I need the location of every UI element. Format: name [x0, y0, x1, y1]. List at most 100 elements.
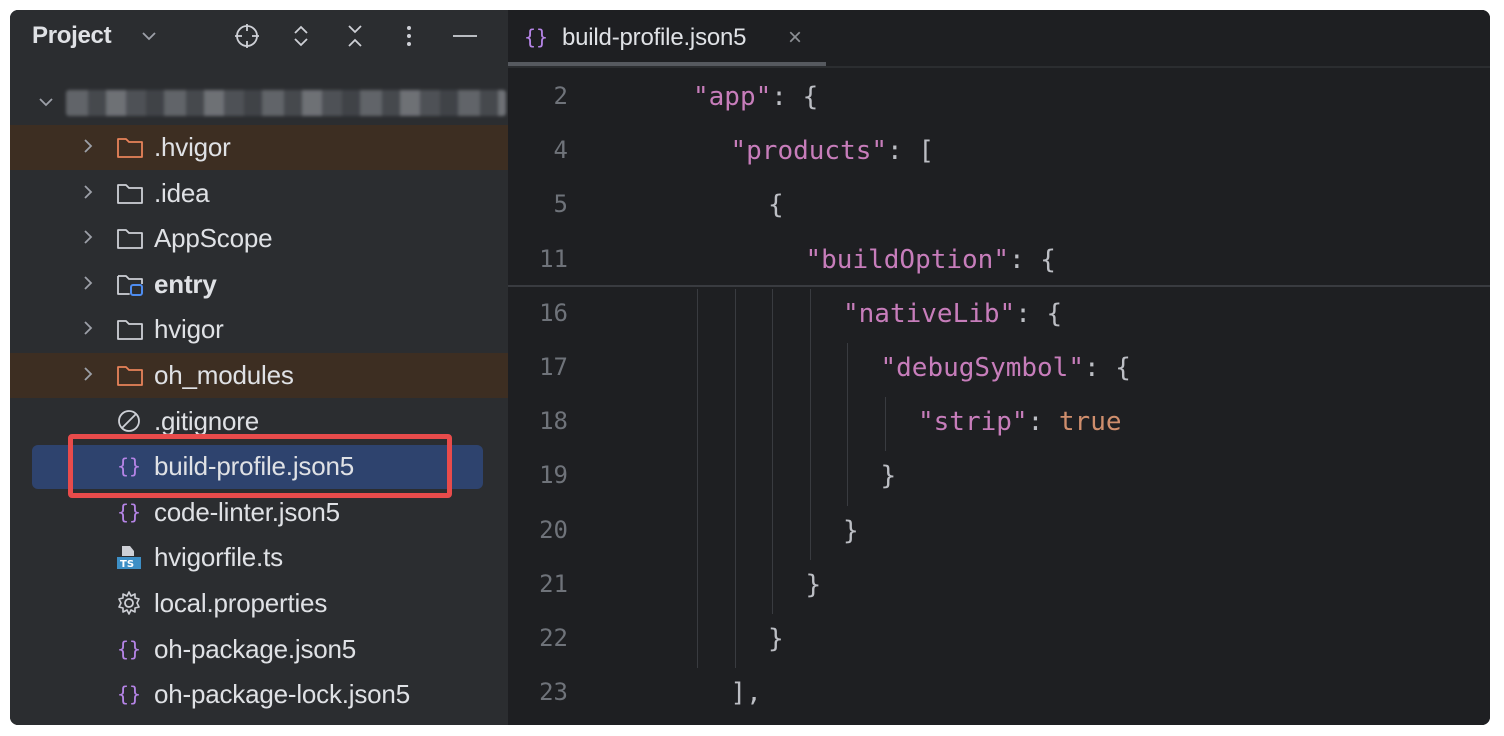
json-punctuation: : {: [1015, 298, 1063, 329]
code-line[interactable]: 11 "buildOption": {: [508, 235, 1490, 289]
code-line[interactable]: 16 "nativeLib": {: [508, 289, 1490, 343]
json-punctuation: }: [768, 624, 784, 654]
indent-guide: [734, 288, 736, 669]
code-line[interactable]: 20}: [508, 506, 1490, 560]
chevron-right-icon[interactable]: [78, 136, 98, 156]
json-file-icon: {}: [117, 500, 141, 524]
tree-item-label: entry: [154, 268, 217, 299]
project-panel: Project .hvigor .idea AppScope entry hvi…: [10, 10, 508, 725]
line-number: 2: [553, 82, 568, 110]
line-number: 23: [539, 678, 568, 707]
tree-item-label: oh-package-lock.json5: [154, 679, 410, 710]
code-text: }: [768, 624, 784, 654]
code-line[interactable]: 4 "products": [: [508, 126, 1490, 180]
svg-text:{}: {}: [524, 25, 548, 49]
expand-collapse-icon[interactable]: [286, 21, 316, 51]
json-file-icon: {}: [117, 682, 141, 706]
json-boolean: true: [1058, 407, 1122, 438]
json-punctuation: : [: [887, 136, 935, 167]
locate-icon[interactable]: [232, 21, 262, 51]
code-line[interactable]: 17 "debugSymbol": {: [508, 343, 1490, 397]
sticky-lines-divider: [508, 285, 1490, 287]
more-options-icon[interactable]: [394, 21, 424, 51]
code-text: }: [881, 461, 897, 491]
json-punctuation: :: [1027, 407, 1059, 438]
code-line[interactable]: 2 "app": {: [508, 72, 1490, 126]
tab-bar-divider: [508, 66, 1490, 68]
line-number: 5: [553, 190, 568, 219]
tree-item-oh-modules[interactable]: oh_modules: [10, 353, 508, 398]
tab-label: build-profile.json5: [562, 24, 747, 51]
caret-down-icon[interactable]: [138, 25, 160, 47]
tree-item-local-properties[interactable]: local.properties: [10, 581, 508, 626]
chevron-right-icon[interactable]: [78, 364, 98, 384]
indent-guide: [772, 288, 773, 614]
json-key: "products": [730, 136, 888, 167]
code-line[interactable]: 5{: [508, 180, 1490, 234]
chevron-right-icon[interactable]: [78, 273, 98, 293]
blurred-project-name: [66, 90, 506, 116]
tree-item-idea[interactable]: .idea: [10, 171, 508, 216]
tree-item-hvigor[interactable]: .hvigor: [10, 125, 508, 170]
chevron-down-icon[interactable]: [36, 92, 56, 112]
json-punctuation: : {: [771, 82, 819, 112]
gear-icon: [118, 591, 140, 615]
code-text: {: [768, 190, 784, 220]
code-text: "products": [: [731, 136, 935, 166]
line-number: 20: [539, 515, 568, 544]
json-punctuation: }: [843, 515, 859, 546]
tree-item-oh-package-lock-json5[interactable]: {} oh-package-lock.json5: [10, 672, 508, 717]
line-number: 4: [553, 136, 568, 165]
json-punctuation: : {: [1009, 244, 1056, 275]
code-line[interactable]: 19}: [508, 451, 1490, 505]
chevron-right-icon[interactable]: [78, 318, 98, 338]
code-line[interactable]: 18 "strip": true: [508, 397, 1490, 451]
tree-item-label: .gitignore: [154, 405, 259, 436]
svg-text:TS: TS: [120, 559, 134, 570]
module-folder-icon: [117, 274, 143, 296]
line-number: 17: [539, 353, 568, 381]
code-line[interactable]: 22}: [508, 614, 1490, 668]
tree-item-entry[interactable]: entry: [10, 262, 508, 307]
editor-area: {} build-profile.json5 × 2 "app": {4 "prod…: [508, 10, 1490, 725]
json-key: "debugSymbol": [880, 353, 1085, 383]
code-line[interactable]: 23],: [508, 668, 1490, 722]
folder-icon: [117, 229, 143, 250]
project-panel-header: Project: [10, 10, 508, 62]
ide-window: Project .hvigor .idea AppScope entry hvi…: [10, 10, 1490, 725]
editor-tab-bar: {} build-profile.json5 ×: [508, 10, 1490, 68]
json-file-icon: {}: [524, 25, 548, 49]
editor-tab[interactable]: {} build-profile.json5 ×: [508, 10, 826, 62]
code-line[interactable]: 21}: [508, 560, 1490, 614]
chevron-right-icon[interactable]: [78, 227, 98, 247]
chevron-right-icon[interactable]: [78, 182, 98, 202]
json-key: "strip": [918, 407, 1028, 438]
json-punctuation: }: [805, 569, 822, 600]
code-text: "nativeLib": {: [843, 299, 1062, 329]
code-text: }: [806, 570, 822, 600]
indent-guide: [809, 288, 811, 560]
json-key: "app": [693, 82, 772, 112]
indent-guide: [884, 397, 886, 452]
tree-item-hvigor[interactable]: hvigor: [10, 307, 508, 352]
svg-text:{}: {}: [117, 682, 141, 706]
line-number: 21: [539, 569, 568, 598]
hide-panel-icon[interactable]: [450, 21, 480, 51]
tree-item-label: .idea: [154, 177, 210, 208]
collapse-all-icon[interactable]: [340, 21, 370, 51]
json-punctuation: ],: [730, 678, 762, 709]
tree-item-oh-package-json5[interactable]: {} oh-package.json5: [10, 627, 508, 672]
tree-item-hvigorfile-ts[interactable]: TS hvigorfile.ts: [10, 535, 508, 580]
code-text: "debugSymbol": {: [881, 353, 1131, 383]
code-text: }: [843, 516, 859, 546]
project-root-row[interactable]: [10, 80, 508, 125]
typescript-file-icon: TS: [117, 546, 141, 570]
svg-text:{}: {}: [117, 637, 141, 661]
indent-guide: [697, 288, 698, 669]
tree-item-label: AppScope: [154, 223, 273, 254]
annotation-highlight-box: [68, 434, 452, 498]
tree-item-appscope[interactable]: AppScope: [10, 216, 508, 261]
tab-close-icon[interactable]: ×: [788, 24, 802, 52]
project-panel-title[interactable]: Project: [32, 22, 112, 50]
svg-text:{}: {}: [117, 500, 141, 524]
